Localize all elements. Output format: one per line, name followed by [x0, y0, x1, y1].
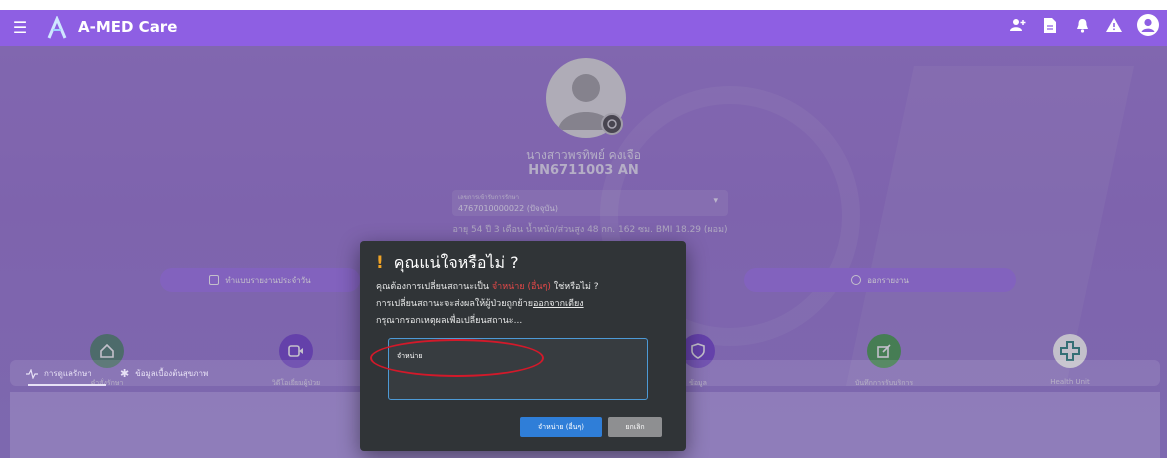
tab-label: ข้อมูลเบื้องต้นสุขภาพ	[135, 369, 209, 378]
tab-health-info[interactable]: ✱ ข้อมูลเบื้องต้นสุขภาพ	[120, 367, 208, 380]
status-text-suffix: ใช่หรือไม่ ?	[553, 282, 599, 292]
header-actions	[1009, 14, 1159, 36]
document-icon[interactable]	[1041, 16, 1059, 34]
status-highlight: จำหน่าย (อื่นๆ)	[491, 282, 551, 292]
warning-icon[interactable]	[1105, 16, 1123, 34]
effect-text: การเปลี่ยนสถานะจะส่งผลให้ผู้ป่วยถูกย้าย	[376, 299, 533, 309]
confirm-button[interactable]: จำหน่าย (อื่นๆ)	[520, 417, 602, 437]
dialog-line-instruction: กรุณากรอกเหตุผลเพื่อเปลี่ยนสถานะ...	[376, 316, 523, 326]
dialog-line-status: คุณต้องการเปลี่ยนสถานะเป็น จำหน่าย (อื่น…	[376, 279, 599, 293]
bed-link: ออกจากเตียง	[532, 299, 584, 309]
tab-treatment[interactable]: การดูแลรักษา	[26, 367, 92, 380]
app-title: A-MED Care	[78, 18, 178, 36]
active-tab-indicator	[28, 384, 106, 386]
annotation-ellipse	[370, 339, 544, 377]
add-user-icon[interactable]	[1009, 16, 1027, 34]
exclamation-icon: !	[376, 253, 384, 273]
tab-label: การดูแลรักษา	[44, 369, 92, 378]
status-text-prefix: คุณต้องการเปลี่ยนสถานะเป็น	[376, 282, 490, 292]
asterisk-icon: ✱	[120, 367, 130, 380]
menu-icon[interactable]: ☰	[10, 18, 30, 38]
account-icon[interactable]	[1137, 14, 1159, 36]
dialog-header: ! คุณแน่ใจหรือไม่ ?	[376, 251, 519, 276]
dialog-line-effect: การเปลี่ยนสถานะจะส่งผลให้ผู้ป่วยถูกย้ายอ…	[376, 296, 584, 310]
app-bar: ☰ A-MED Care	[0, 10, 1167, 46]
pulse-icon	[26, 368, 38, 379]
app-logo	[47, 16, 67, 39]
cancel-button[interactable]: ยกเลิก	[608, 417, 662, 437]
dialog-title: คุณแน่ใจหรือไม่ ?	[393, 253, 519, 272]
browser-top-strip	[0, 0, 1167, 10]
bell-icon[interactable]	[1073, 16, 1091, 34]
